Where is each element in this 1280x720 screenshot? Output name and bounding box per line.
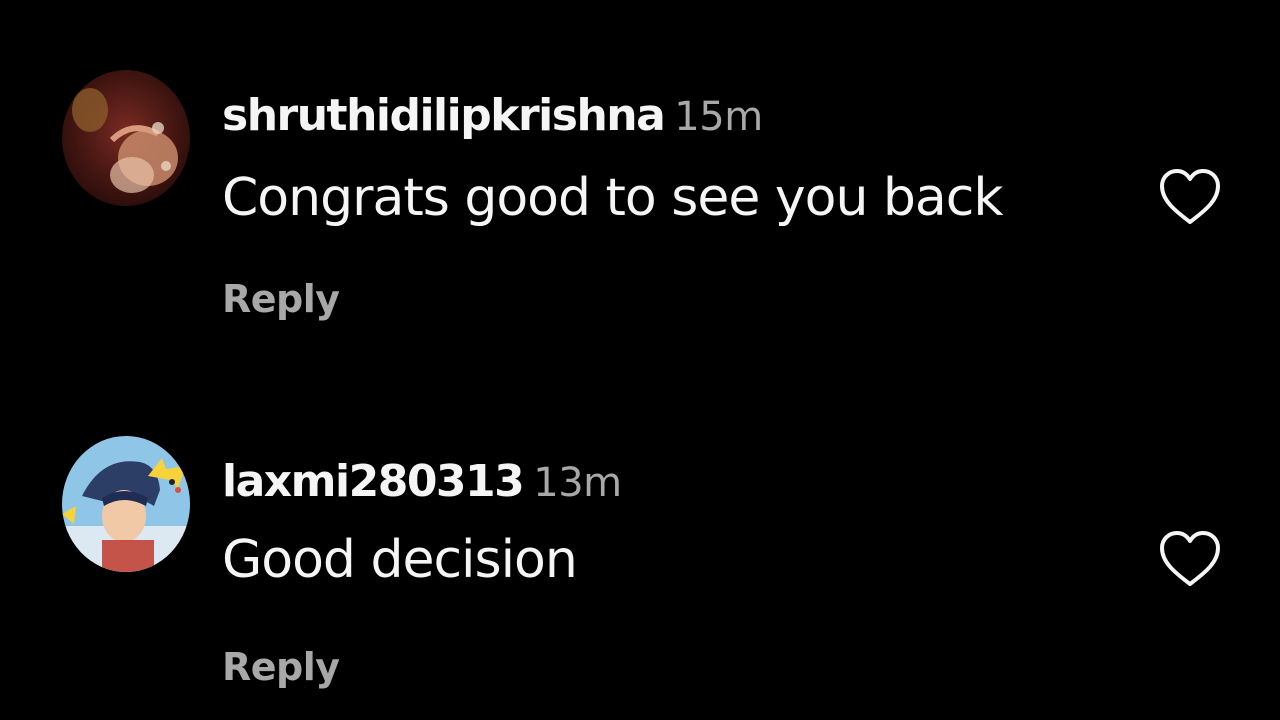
comment-text: Good decision xyxy=(222,530,578,590)
profile-photo-icon xyxy=(62,70,190,206)
username[interactable]: laxmi280313 xyxy=(222,456,525,507)
comment-text: Congrats good to see you back xyxy=(222,168,1004,228)
like-button[interactable] xyxy=(1156,166,1224,228)
timestamp: 13m xyxy=(533,460,622,506)
cartoon-profile-photo-icon xyxy=(62,436,190,572)
comment-header: laxmi280313 13m xyxy=(222,452,622,521)
avatar[interactable] xyxy=(62,436,190,572)
comment-header: shruthidilipkrishna 15m xyxy=(222,86,763,155)
heart-outline-icon xyxy=(1160,169,1220,224)
avatar[interactable] xyxy=(62,70,190,206)
comments-screen: shruthidilipkrishna 15m Congrats good to … xyxy=(0,0,1280,720)
heart-outline-icon xyxy=(1160,531,1220,586)
reply-button[interactable]: Reply xyxy=(222,274,340,324)
timestamp: 15m xyxy=(674,94,763,140)
reply-button[interactable]: Reply xyxy=(222,642,340,692)
username[interactable]: shruthidilipkrishna xyxy=(222,90,666,141)
like-button[interactable] xyxy=(1156,528,1224,590)
comment-item: laxmi280313 13m Good decision Reply xyxy=(0,436,1280,720)
comment-item: shruthidilipkrishna 15m Congrats good to … xyxy=(0,70,1280,370)
